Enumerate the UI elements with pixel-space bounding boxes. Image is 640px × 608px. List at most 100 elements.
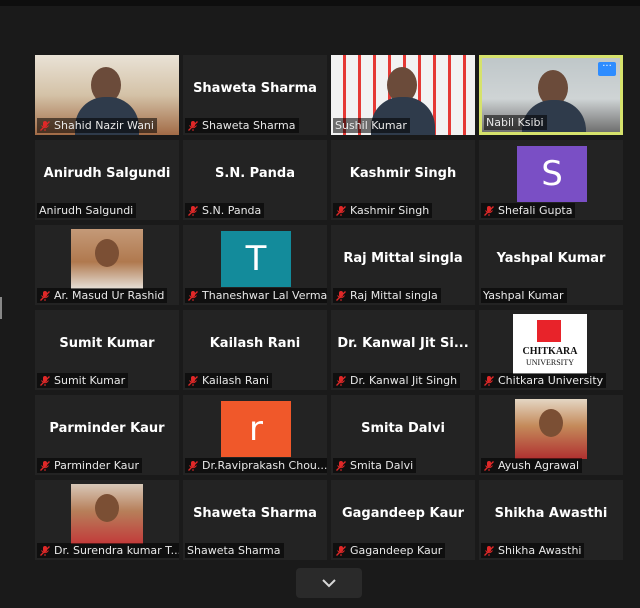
muted-mic-icon <box>484 375 494 386</box>
participant-tile[interactable]: S.N. Panda S.N. Panda <box>183 140 327 220</box>
participant-tile[interactable]: Kashmir Singh Kashmir Singh <box>331 140 475 220</box>
avatar: T <box>221 231 291 287</box>
gallery-grid: Shahid Nazir Wani Shaweta Sharma Shaweta… <box>35 55 627 565</box>
participant-name-text: Shaweta Sharma <box>187 544 281 557</box>
participant-name-label: Gagandeep Kaur <box>333 543 446 558</box>
participant-tile[interactable]: Smita Dalvi Smita Dalvi <box>331 395 475 475</box>
participant-tile[interactable]: T Thaneshwar Lal Verma <box>183 225 327 305</box>
muted-mic-icon <box>188 205 198 216</box>
participant-name-text: Kashmir Singh <box>350 204 430 217</box>
muted-mic-icon <box>188 120 198 131</box>
logo-mark <box>537 320 561 342</box>
participant-tile[interactable]: r Dr.Raviprakash Chou... <box>183 395 327 475</box>
participant-tile[interactable]: Dr. Surendra kumar T... <box>35 480 179 560</box>
participant-tile[interactable]: Shahid Nazir Wani <box>35 55 179 135</box>
participant-name-label: Nabil Ksibi <box>484 115 547 130</box>
muted-mic-icon <box>40 375 50 386</box>
participant-display-name: Yashpal Kumar <box>496 251 606 266</box>
participant-name-text: Gagandeep Kaur <box>350 544 443 557</box>
participant-name-text: Shefali Gupta <box>498 204 573 217</box>
avatar: r <box>221 401 291 457</box>
participant-name-text: Shaweta Sharma <box>202 119 296 132</box>
participant-name-label: Sushil Kumar <box>333 118 410 133</box>
more-options-button[interactable]: ··· <box>598 62 616 76</box>
participant-name-text: Sushil Kumar <box>335 119 407 132</box>
participant-tile[interactable]: CHITKARA UNIVERSITY Chitkara University <box>479 310 623 390</box>
participant-name-label: Yashpal Kumar <box>481 288 567 303</box>
muted-mic-icon <box>484 545 494 556</box>
participant-name-text: Raj Mittal singla <box>350 289 438 302</box>
participant-display-name: Parminder Kaur <box>49 421 165 436</box>
participant-name-text: Dr. Kanwal Jit Singh <box>350 374 458 387</box>
window-top-bar <box>0 0 640 6</box>
participant-photo <box>71 229 143 289</box>
participant-name-label: Anirudh Salgundi <box>37 203 137 218</box>
muted-mic-icon <box>336 375 346 386</box>
organization-logo: CHITKARA UNIVERSITY <box>513 314 587 374</box>
participant-tile[interactable]: Sumit Kumar Sumit Kumar <box>35 310 179 390</box>
participant-photo <box>515 399 587 459</box>
participant-tile[interactable]: Dr. Kanwal Jit Si... Dr. Kanwal Jit Sing… <box>331 310 475 390</box>
participant-tile[interactable]: Yashpal Kumar Yashpal Kumar <box>479 225 623 305</box>
participant-name-label: Kashmir Singh <box>333 203 433 218</box>
participant-tile[interactable]: Gagandeep Kaur Gagandeep Kaur <box>331 480 475 560</box>
participant-tile[interactable]: S Shefali Gupta <box>479 140 623 220</box>
participant-name-label: Dr.Raviprakash Chou... <box>185 458 327 473</box>
muted-mic-icon <box>336 460 346 471</box>
muted-mic-icon <box>336 205 346 216</box>
muted-mic-icon <box>484 205 494 216</box>
participant-name-label: Ar. Masud Ur Rashid <box>37 288 168 303</box>
muted-mic-icon <box>484 460 494 471</box>
muted-mic-icon <box>336 290 346 301</box>
muted-mic-icon <box>40 120 50 131</box>
participant-name-label: Raj Mittal singla <box>333 288 441 303</box>
participant-tile[interactable]: Shikha Awasthi Shikha Awasthi <box>479 480 623 560</box>
participant-display-name: Raj Mittal singla <box>343 251 463 266</box>
side-panel-handle[interactable] <box>0 297 2 319</box>
ellipsis-icon: ··· <box>602 61 612 72</box>
participant-tile[interactable]: Anirudh Salgundi Anirudh Salgundi <box>35 140 179 220</box>
participant-tile[interactable]: Ar. Masud Ur Rashid <box>35 225 179 305</box>
participant-tile[interactable]: Sushil Kumar <box>331 55 475 135</box>
participant-display-name: Smita Dalvi <box>361 421 445 436</box>
participant-tile[interactable]: Kailash Rani Kailash Rani <box>183 310 327 390</box>
participant-name-text: Dr.Raviprakash Chou... <box>202 459 327 472</box>
participant-name-label: Kailash Rani <box>185 373 272 388</box>
participant-name-text: Kailash Rani <box>202 374 269 387</box>
participant-name-label: Parminder Kaur <box>37 458 142 473</box>
participant-name-text: Sumit Kumar <box>54 374 126 387</box>
participant-name-text: Shahid Nazir Wani <box>54 119 154 132</box>
participant-name-text: Shikha Awasthi <box>498 544 582 557</box>
participant-tile[interactable]: Ayush Agrawal <box>479 395 623 475</box>
participant-name-label: Shikha Awasthi <box>481 543 585 558</box>
head-shape <box>95 239 119 267</box>
participant-tile[interactable]: Shaweta Sharma Shaweta Sharma <box>183 55 327 135</box>
participant-name-label: Sumit Kumar <box>37 373 129 388</box>
participant-tile[interactable]: Raj Mittal singla Raj Mittal singla <box>331 225 475 305</box>
participant-name-text: Thaneshwar Lal Verma <box>202 289 327 302</box>
head-shape <box>539 409 563 437</box>
next-page-button[interactable] <box>296 568 362 598</box>
muted-mic-icon <box>40 545 50 556</box>
participant-name-text: Dr. Surendra kumar T... <box>54 544 179 557</box>
muted-mic-icon <box>336 545 346 556</box>
participant-name-label: Shaweta Sharma <box>185 118 299 133</box>
muted-mic-icon <box>188 460 198 471</box>
chevron-down-icon <box>322 579 336 588</box>
participant-tile[interactable]: ··· Nabil Ksibi <box>479 55 623 135</box>
participant-tile[interactable]: Parminder Kaur Parminder Kaur <box>35 395 179 475</box>
participant-display-name: Gagandeep Kaur <box>341 506 465 521</box>
participant-name-text: Yashpal Kumar <box>483 289 564 302</box>
participant-name-label: Shahid Nazir Wani <box>37 118 157 133</box>
avatar: S <box>517 146 587 202</box>
participant-name-label: Chitkara University <box>481 373 607 388</box>
participant-name-label: Dr. Surendra kumar T... <box>37 543 179 558</box>
participant-name-text: Ayush Agrawal <box>498 459 580 472</box>
participant-display-name: Shaweta Sharma <box>193 506 317 521</box>
participant-name-text: S.N. Panda <box>202 204 262 217</box>
participant-tile[interactable]: Shaweta Sharma Shaweta Sharma <box>183 480 327 560</box>
participant-name-text: Ar. Masud Ur Rashid <box>54 289 165 302</box>
participant-display-name: Sumit Kumar <box>59 336 155 351</box>
participant-photo <box>71 484 143 544</box>
participant-name-text: Parminder Kaur <box>54 459 139 472</box>
